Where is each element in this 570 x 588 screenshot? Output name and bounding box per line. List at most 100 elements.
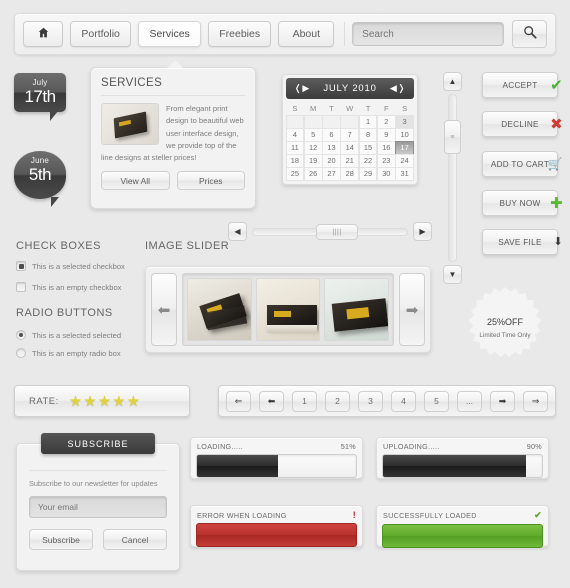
calendar-day[interactable]: 10 <box>395 128 414 142</box>
calendar-day[interactable]: 8 <box>358 128 378 142</box>
discount-percent: 25%OFF <box>486 317 523 327</box>
prices-button[interactable]: Prices <box>176 171 245 191</box>
search-button[interactable] <box>512 20 547 48</box>
grip-icon: ≡ <box>450 133 455 141</box>
radio-row-empty[interactable]: This is an empty radio box <box>16 348 121 358</box>
radio-input[interactable] <box>16 330 26 340</box>
calendar-day[interactable]: 4 <box>285 128 305 142</box>
add-to-cart-button[interactable]: ADD TO CART 🛒 <box>482 151 563 177</box>
calendar-title: JULY 2010 <box>323 83 377 94</box>
slider-next-button[interactable]: ➡ <box>399 273 425 346</box>
star-icon[interactable]: ★ <box>127 394 140 409</box>
checkbox-row-selected[interactable]: This is a selected checkbox <box>16 261 125 271</box>
calendar-widget: ❬▶ JULY 2010 ◀❭ S M T W T F S 1 2 3 4 5 6 7 8 9 10 11 12 13… <box>282 74 418 185</box>
pagination-ellipsis[interactable]: ... <box>457 390 482 412</box>
horizontal-scrollbar[interactable]: ◀ |||| ▶ <box>228 222 432 242</box>
calendar-day[interactable]: 17 <box>395 141 414 155</box>
email-field[interactable] <box>29 496 167 518</box>
pagination-page-3[interactable]: 3 <box>358 390 383 412</box>
calendar-day[interactable]: 29 <box>358 167 378 181</box>
arrow-left-icon[interactable]: ❬▶ <box>294 83 310 94</box>
search-input[interactable] <box>352 22 505 46</box>
calendar-day[interactable]: 15 <box>358 141 378 155</box>
calendar-day[interactable]: 3 <box>395 115 414 129</box>
calendar-day[interactable]: 7 <box>340 128 360 142</box>
star-rating[interactable]: ★ ★ ★ ★ ★ <box>69 394 140 409</box>
calendar-day[interactable]: 28 <box>340 167 360 181</box>
decline-button[interactable]: DECLINE ✖ <box>482 111 563 137</box>
calendar-day[interactable]: 2 <box>376 115 396 129</box>
slide-item[interactable] <box>255 278 321 341</box>
scroll-down-button[interactable]: ▼ <box>443 265 462 284</box>
calendar-day[interactable]: 18 <box>285 154 305 168</box>
nav-item-about[interactable]: About <box>278 21 335 47</box>
calendar-day[interactable]: 13 <box>322 141 341 155</box>
view-all-button[interactable]: View All <box>101 171 170 191</box>
accept-button[interactable]: ACCEPT ✔ <box>482 72 563 98</box>
star-icon[interactable]: ★ <box>83 394 96 409</box>
pagination-page-5[interactable]: 5 <box>424 390 449 412</box>
nav-item-services[interactable]: Services <box>138 21 202 47</box>
save-file-button[interactable]: SAVE FILE ⬇ <box>482 229 563 255</box>
nav-label: Freebies <box>219 28 261 40</box>
checkbox-row-empty[interactable]: This is an empty checkbox <box>16 282 121 292</box>
calendar-day[interactable]: 27 <box>322 167 341 181</box>
scroll-left-button[interactable]: ◀ <box>228 222 247 241</box>
calendar-day[interactable]: 21 <box>340 154 360 168</box>
alert-header: ERROR WHEN LOADING ! <box>196 510 357 523</box>
calendar-day[interactable]: 22 <box>358 154 378 168</box>
slider-prev-button[interactable]: ⬅ <box>151 273 177 346</box>
pagination-next-button[interactable]: ➡ <box>490 390 515 412</box>
calendar-day[interactable]: 6 <box>322 128 341 142</box>
progress-value: 51% <box>340 442 356 451</box>
calendar-day[interactable]: 12 <box>303 141 323 155</box>
checkbox-input[interactable] <box>16 261 26 271</box>
scrollbar-thumb[interactable]: |||| <box>316 224 358 240</box>
calendar-day[interactable]: 26 <box>303 167 323 181</box>
alert-band <box>382 524 543 548</box>
calendar-day[interactable]: 9 <box>376 128 396 142</box>
image-slider-title: IMAGE SLIDER <box>145 240 230 252</box>
scroll-right-button[interactable]: ▶ <box>413 222 432 241</box>
pagination-first-button[interactable]: ⇐ <box>226 390 251 412</box>
pagination-page-1[interactable]: 1 <box>292 390 317 412</box>
calendar-grid: S M T W T F S 1 2 3 4 5 6 7 8 9 10 11 12 13 14 15 16 17 18 19 20 21… <box>285 102 414 181</box>
slide-item[interactable] <box>324 278 390 341</box>
pagination-page-4[interactable]: 4 <box>391 390 416 412</box>
arrow-right-icon[interactable]: ◀❭ <box>390 83 406 94</box>
calendar-day[interactable]: 25 <box>285 167 305 181</box>
calendar-day[interactable]: 19 <box>303 154 323 168</box>
calendar-day[interactable]: 31 <box>395 167 414 181</box>
nav-item-portfolio[interactable]: Portfolio <box>70 21 132 47</box>
star-icon[interactable]: ★ <box>98 394 111 409</box>
scrollbar-thumb[interactable]: ≡ <box>444 120 461 154</box>
buy-now-button[interactable]: BUY NOW ✚ <box>482 190 563 216</box>
calendar-day[interactable]: 14 <box>340 141 360 155</box>
calendar-day[interactable]: 5 <box>303 128 323 142</box>
calendar-day[interactable]: 24 <box>395 154 414 168</box>
nav-home-button[interactable] <box>23 21 63 47</box>
checkbox-input[interactable] <box>16 282 26 292</box>
subscribe-submit-button[interactable]: Subscribe <box>29 529 93 550</box>
calendar-day[interactable]: 11 <box>285 141 305 155</box>
nav-item-freebies[interactable]: Freebies <box>208 21 272 47</box>
calendar-day[interactable]: 23 <box>376 154 396 168</box>
star-icon[interactable]: ★ <box>112 394 125 409</box>
vertical-scrollbar[interactable]: ▲ ≡ ▼ <box>443 72 462 284</box>
radio-row-selected[interactable]: This is a selected selected <box>16 330 121 340</box>
radio-input[interactable] <box>16 348 26 358</box>
radio-label: This is a selected selected <box>32 330 122 340</box>
calendar-day[interactable]: 30 <box>376 167 396 181</box>
pagination-last-button[interactable]: ⇒ <box>523 390 548 412</box>
slide-item[interactable] <box>187 278 252 341</box>
discount-subtitle: Limited Time Only <box>479 332 531 339</box>
calendar-day[interactable]: 16 <box>376 141 396 155</box>
calendar-day[interactable]: 20 <box>322 154 341 168</box>
pagination-prev-button[interactable]: ⬅ <box>259 390 284 412</box>
calendar-day[interactable]: 1 <box>358 115 378 129</box>
alert-label: ERROR WHEN LOADING <box>197 510 287 520</box>
subscribe-cancel-button[interactable]: Cancel <box>103 529 167 550</box>
pagination-page-2[interactable]: 2 <box>325 390 350 412</box>
scroll-up-button[interactable]: ▲ <box>443 72 462 91</box>
star-icon[interactable]: ★ <box>69 394 82 409</box>
